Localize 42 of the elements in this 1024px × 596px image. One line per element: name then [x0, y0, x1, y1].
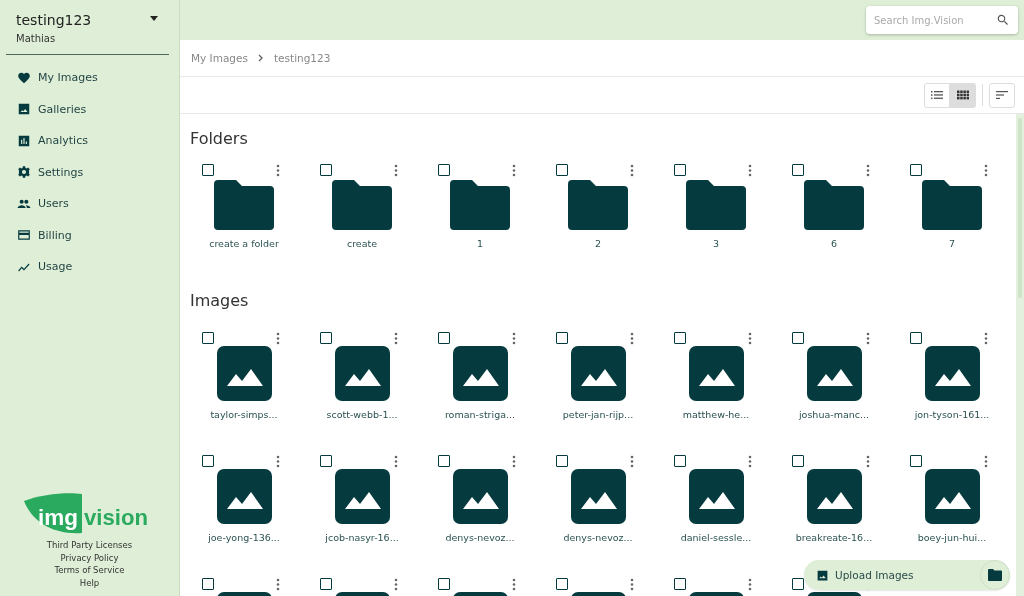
nav-item[interactable]: Settings [0, 156, 179, 188]
image-name: joshua-manc... [798, 409, 870, 420]
upload-label: Upload Images [835, 569, 914, 581]
footer-link[interactable]: Terms of Service [54, 564, 125, 578]
nav-item[interactable]: Usage [0, 251, 179, 283]
folder-name: 1 [476, 238, 483, 249]
image-name: daniel-sessle... [680, 532, 752, 543]
image-name: jcob-nasyr-16... [325, 532, 399, 543]
folder-name: create a folder [209, 238, 279, 249]
nav-item[interactable]: Users [0, 188, 179, 220]
breadcrumb-item[interactable]: My Images [191, 52, 248, 64]
image-name: taylor-simps... [210, 409, 278, 420]
section-heading: Images [190, 291, 250, 311]
folder-name: 6 [830, 238, 837, 249]
image-name: breakreate-16... [795, 532, 873, 543]
folder-name: 3 [712, 238, 719, 249]
image-name: jon-tyson-161... [914, 409, 990, 420]
folder-name: 2 [594, 238, 601, 249]
user-name: Mathias [16, 33, 57, 44]
folder-name: create [346, 238, 378, 249]
image-name: denys-nevoz... [445, 532, 515, 543]
section-heading: Folders [190, 129, 249, 149]
image-name: denys-nevoz... [563, 532, 633, 543]
image-name: peter-jan-rijp... [562, 409, 634, 420]
nav-item[interactable]: Billing [0, 219, 179, 251]
image-name: matthew-he... [682, 409, 750, 420]
logo: img vision [21, 490, 158, 535]
image-name: roman-striga... [444, 409, 516, 420]
image-name: joe-yong-136... [208, 532, 280, 543]
nav-item[interactable]: My Images [0, 62, 179, 94]
account-name: testing123 [16, 12, 92, 28]
nav-item[interactable]: Galleries [0, 93, 179, 125]
upload-button[interactable]: Upload Images [804, 560, 1010, 590]
nav-item[interactable]: Analytics [0, 125, 179, 157]
folder-name: 7 [948, 238, 955, 249]
footer-link[interactable]: Third Party Licenses [46, 538, 133, 552]
image-name: boey-jun-hui... [917, 532, 987, 543]
breadcrumb-item: testing123 [273, 52, 331, 64]
image-name: scott-webb-1... [326, 409, 398, 420]
footer-link[interactable]: Privacy Policy [60, 551, 119, 565]
search-field[interactable]: Search Img.Vision [866, 6, 988, 34]
footer-link[interactable]: Help [79, 577, 100, 590]
